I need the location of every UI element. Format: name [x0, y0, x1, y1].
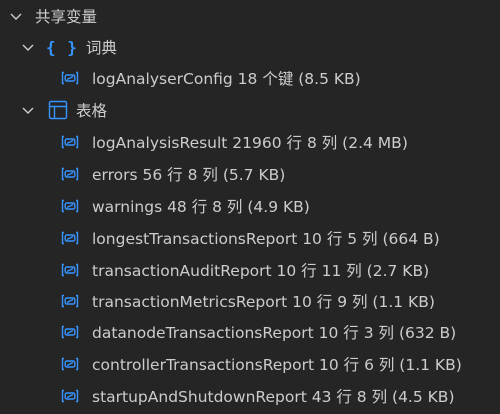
- table-icon: [48, 100, 68, 120]
- variable-icon: [60, 231, 80, 245]
- variable-icon: [60, 357, 80, 371]
- variable-item[interactable]: datanodeTransactionsReport 10 行 3 列 (632…: [0, 316, 500, 348]
- variable-item[interactable]: transactionAuditReport 10 行 11 列 (2.7 KB…: [0, 254, 500, 286]
- variable-icon: [60, 263, 80, 277]
- variable-label: startupAndShutdownReport 43 行 8 列 (4.5 K…: [92, 388, 455, 406]
- variable-item[interactable]: longestTransactionsReport 10 行 5 列 (664 …: [0, 222, 500, 254]
- variable-item[interactable]: logAnalyserConfig 18 个键 (8.5 KB): [0, 62, 500, 94]
- shared-variables-tree: 共享变量 { } 词典 logAnalyserConfig 18 个键 (8.5…: [0, 0, 500, 414]
- chevron-down-icon[interactable]: [20, 102, 36, 118]
- braces-icon: { }: [46, 37, 78, 57]
- variable-label: errors 56 行 8 列 (5.7 KB): [92, 166, 286, 184]
- variable-icon: [60, 71, 80, 85]
- tree-node-tables[interactable]: 表格: [0, 94, 500, 126]
- variable-item[interactable]: transactionMetricsReport 10 行 9 列 (1.1 K…: [0, 285, 500, 317]
- variable-label: datanodeTransactionsReport 10 行 3 列 (632…: [92, 324, 457, 342]
- chevron-down-icon[interactable]: [20, 39, 36, 55]
- variable-icon: [60, 199, 80, 213]
- variable-icon: [60, 325, 80, 339]
- variable-item[interactable]: warnings 48 行 8 列 (4.9 KB): [0, 190, 500, 222]
- variable-icon: [60, 135, 80, 149]
- tree-node-label: 共享变量: [35, 8, 98, 26]
- variable-label: warnings 48 行 8 列 (4.9 KB): [92, 198, 310, 216]
- variable-label: transactionAuditReport 10 行 11 列 (2.7 KB…: [92, 262, 430, 280]
- variable-icon: [60, 294, 80, 308]
- tree-node-label: 表格: [76, 102, 108, 120]
- variable-item[interactable]: startupAndShutdownReport 43 行 8 列 (4.5 K…: [0, 380, 500, 412]
- tree-node-label: 词典: [85, 39, 117, 57]
- variable-label: logAnalyserConfig 18 个键 (8.5 KB): [92, 70, 361, 88]
- variable-icon: [60, 167, 80, 181]
- chevron-down-icon[interactable]: [8, 8, 24, 24]
- variable-label: logAnalysisResult 21960 行 8 列 (2.4 MB): [92, 134, 408, 152]
- variable-label: controllerTransactionsReport 10 行 6 列 (1…: [92, 356, 462, 374]
- variable-item[interactable]: errors 56 行 8 列 (5.7 KB): [0, 158, 500, 190]
- variable-item[interactable]: controllerTransactionsReport 10 行 6 列 (1…: [0, 348, 500, 380]
- tree-node-dictionary[interactable]: { } 词典: [0, 31, 500, 63]
- variable-label: transactionMetricsReport 10 行 9 列 (1.1 K…: [92, 293, 435, 311]
- variable-label: longestTransactionsReport 10 行 5 列 (664 …: [92, 230, 440, 248]
- variable-item[interactable]: logAnalysisResult 21960 行 8 列 (2.4 MB): [0, 126, 500, 158]
- variable-icon: [60, 389, 80, 403]
- tree-node-shared-variables[interactable]: 共享变量: [0, 0, 500, 32]
